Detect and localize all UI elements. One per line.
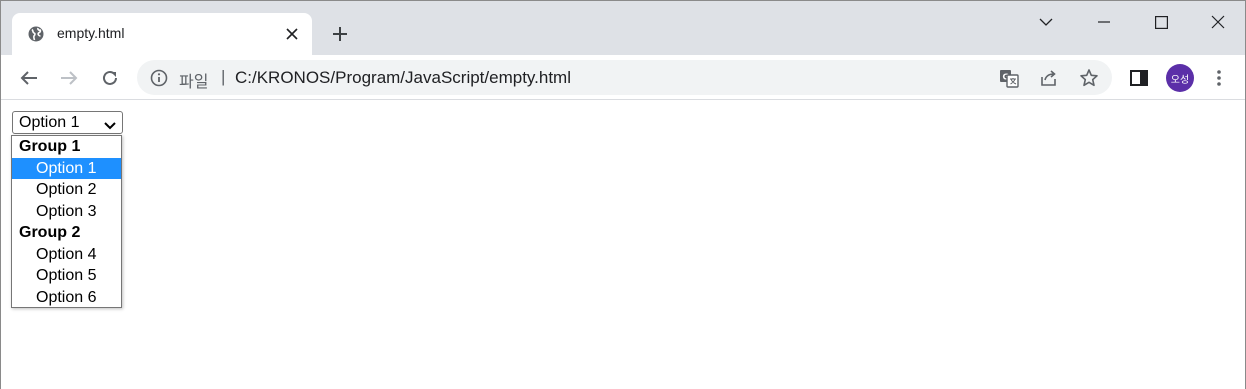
select-value: Option 1: [19, 114, 80, 131]
page-content: Option 1 Group 1 Option 1 Option 2 Optio…: [1, 101, 1245, 389]
dropdown-option[interactable]: Option 2: [12, 179, 121, 201]
browser-window: empty.html 파일 | C:/KRONOS/Program/JavaSc…: [0, 0, 1246, 389]
star-icon[interactable]: [1078, 67, 1100, 89]
new-tab-button[interactable]: [327, 21, 353, 47]
dropdown-option[interactable]: Option 4: [12, 244, 121, 266]
option-select[interactable]: Option 1: [12, 111, 123, 134]
dropdown-option[interactable]: Option 1: [12, 157, 121, 179]
avatar[interactable]: 오성: [1166, 64, 1194, 92]
maximize-icon[interactable]: [1138, 7, 1184, 37]
toolbar: 파일 | C:/KRONOS/Program/JavaScript/empty.…: [1, 55, 1245, 100]
chevron-down-icon[interactable]: [1023, 7, 1069, 37]
select-dropdown-list: Group 1 Option 1 Option 2 Option 3 Group…: [11, 135, 122, 308]
side-panel-icon[interactable]: [1125, 64, 1153, 92]
tab-strip: empty.html: [1, 1, 1245, 55]
optgroup-label: Group 1: [19, 138, 81, 155]
scheme-label: 파일: [179, 72, 209, 91]
info-icon[interactable]: [150, 69, 168, 87]
tab-active[interactable]: empty.html: [12, 13, 312, 55]
chevron-down-icon: [104, 118, 116, 130]
globe-icon: [28, 26, 44, 42]
close-icon[interactable]: [1195, 7, 1241, 37]
tab-title: empty.html: [57, 25, 125, 41]
optgroup-label: Group 2: [19, 224, 81, 241]
dropdown-option[interactable]: Option 3: [12, 201, 121, 223]
translate-icon[interactable]: G: [998, 67, 1020, 89]
close-icon[interactable]: [282, 24, 302, 44]
url-text[interactable]: C:/KRONOS/Program/JavaScript/empty.html: [235, 68, 571, 88]
address-bar[interactable]: 파일 | C:/KRONOS/Program/JavaScript/empty.…: [137, 60, 1112, 95]
share-icon[interactable]: [1038, 67, 1060, 89]
dropdown-option[interactable]: Option 6: [12, 287, 121, 309]
back-icon[interactable]: [15, 64, 43, 92]
minimize-icon[interactable]: [1081, 7, 1127, 37]
reload-icon[interactable]: [96, 64, 124, 92]
dropdown-option[interactable]: Option 5: [12, 265, 121, 287]
url-separator: |: [221, 67, 226, 86]
kebab-menu-icon[interactable]: [1205, 64, 1233, 92]
forward-icon[interactable]: [55, 64, 83, 92]
